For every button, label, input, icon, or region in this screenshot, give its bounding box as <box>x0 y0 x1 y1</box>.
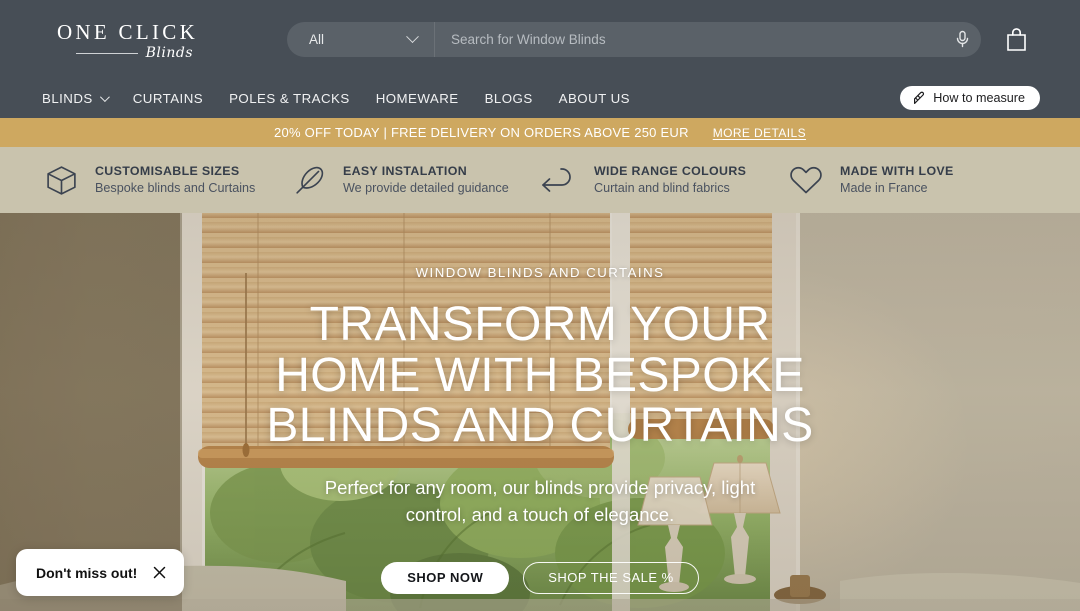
feature-easy-installation: EASY INSTALATION We provide detailed gui… <box>292 163 540 198</box>
site-header: ONE CLICK Blinds All Search for Window B… <box>0 0 1080 118</box>
feature-title: EASY INSTALATION <box>343 163 468 178</box>
features-strip: CUSTOMISABLE SIZES Bespoke blinds and Cu… <box>0 147 1080 213</box>
nav-item-blogs[interactable]: BLOGS <box>485 91 533 106</box>
shop-the-sale-button[interactable]: SHOP THE SALE % <box>523 561 699 594</box>
hero-button-group: SHOP NOW SHOP THE SALE % <box>381 561 699 594</box>
toast-message: Don't miss out! <box>36 564 138 581</box>
nav-label: HOMEWARE <box>375 90 459 106</box>
shopping-bag-icon[interactable] <box>1005 27 1028 52</box>
hero-section: WINDOW BLINDS AND CURTAINS TRANSFORM YOU… <box>0 213 1080 611</box>
feature-subtitle: Bespoke blinds and Curtains <box>95 181 256 196</box>
search-input[interactable] <box>435 21 943 57</box>
ruler-icon <box>912 91 926 105</box>
chevron-down-icon <box>406 29 419 43</box>
logo-secondary-row: Blinds <box>40 46 215 60</box>
header-nav-row: BLINDS CURTAINS POLES & TRACKS HOMEWARE … <box>0 78 1080 118</box>
search-category-label: All <box>309 31 325 47</box>
dont-miss-out-toast[interactable]: Don't miss out! <box>16 549 185 596</box>
nav-label: POLES & TRACKS <box>229 90 350 106</box>
search-category-dropdown[interactable]: All <box>287 21 435 57</box>
logo-divider-line <box>75 52 138 54</box>
hero-subtitle: Perfect for any room, our blinds provide… <box>324 476 756 526</box>
logo-primary-text: ONE CLICK <box>56 20 199 44</box>
feature-made-with-love: MADE WITH LOVE Made in France <box>788 163 1036 198</box>
heart-icon <box>788 164 824 196</box>
search-bar: All <box>287 21 981 57</box>
nav-label: BLINDS <box>42 90 93 106</box>
nav-item-blinds[interactable]: BLINDS <box>42 90 110 106</box>
nav-item-curtains[interactable]: CURTAINS <box>133 91 203 106</box>
feather-icon <box>292 163 327 198</box>
nav-item-homeware[interactable]: HOMEWARE <box>376 91 459 106</box>
promo-banner: 20% OFF TODAY | FREE DELIVERY ON ORDERS … <box>0 118 1080 147</box>
hero-title: TRANSFORM YOUR HOME WITH BESPOKE BLINDS … <box>266 298 814 453</box>
close-icon[interactable] <box>153 566 166 579</box>
hero-eyebrow: WINDOW BLINDS AND CURTAINS <box>415 265 665 280</box>
nav-label: CURTAINS <box>132 90 204 106</box>
site-logo[interactable]: ONE CLICK Blinds <box>40 18 215 61</box>
feature-title: MADE WITH LOVE <box>840 163 954 178</box>
nav-item-poles-and-tracks[interactable]: POLES & TRACKS <box>229 91 350 106</box>
promo-text: 20% OFF TODAY | FREE DELIVERY ON ORDERS … <box>274 125 689 140</box>
feature-title: CUSTOMISABLE SIZES <box>95 163 240 178</box>
nav-item-about-us[interactable]: ABOUT US <box>559 91 630 106</box>
feature-customisable-sizes: CUSTOMISABLE SIZES Bespoke blinds and Cu… <box>44 163 292 198</box>
logo-script-text: Blinds <box>145 45 193 61</box>
feature-subtitle: We provide detailed guidance <box>343 181 509 196</box>
main-navigation: BLINDS CURTAINS POLES & TRACKS HOMEWARE … <box>42 91 630 106</box>
how-to-measure-label: How to measure <box>933 91 1025 105</box>
feature-subtitle: Made in France <box>840 181 928 196</box>
feature-wide-range-colours: WIDE RANGE COLOURS Curtain and blind fab… <box>540 163 788 198</box>
promo-more-details-link[interactable]: MORE DETAILS <box>713 126 806 140</box>
header-top-row: ONE CLICK Blinds All <box>0 0 1080 78</box>
chevron-down-icon <box>99 91 110 102</box>
feature-subtitle: Curtain and blind fabrics <box>594 181 730 196</box>
return-arrow-icon <box>540 164 578 196</box>
nav-label: ABOUT US <box>558 90 630 106</box>
feature-title: WIDE RANGE COLOURS <box>594 163 747 178</box>
shop-now-button[interactable]: SHOP NOW <box>381 561 510 594</box>
nav-label: BLOGS <box>484 90 533 106</box>
how-to-measure-button[interactable]: How to measure <box>900 86 1040 110</box>
microphone-icon[interactable] <box>943 30 981 48</box>
box-icon <box>44 163 79 198</box>
